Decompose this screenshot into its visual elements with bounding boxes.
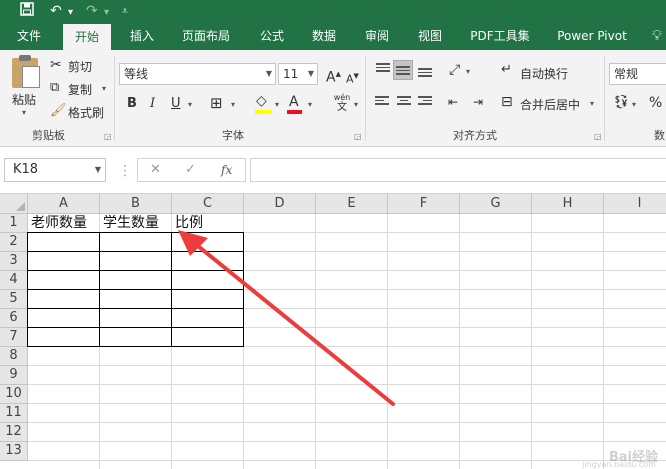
tab-file[interactable]: 文件 xyxy=(4,22,54,50)
tab-pdf-tools[interactable]: PDF工具集 xyxy=(464,22,536,50)
phonetic-dropdown-icon[interactable]: ▾ xyxy=(354,100,358,109)
font-color-swatch xyxy=(287,110,302,114)
copy-dropdown-icon[interactable]: ▾ xyxy=(102,84,106,93)
font-color-button[interactable]: A xyxy=(289,93,299,111)
insert-function-icon[interactable]: fx xyxy=(221,163,232,177)
orientation-dropdown-icon[interactable]: ▾ xyxy=(466,67,470,76)
name-box[interactable]: K18 ▼ xyxy=(4,158,106,182)
save-icon[interactable] xyxy=(20,2,34,21)
percent-button[interactable]: % xyxy=(649,94,662,112)
align-center-button[interactable] xyxy=(394,92,414,112)
tab-home[interactable]: 开始 xyxy=(63,24,111,50)
chevron-down-icon: ▼ xyxy=(94,165,101,174)
chevron-down-icon: ▼ xyxy=(265,69,272,78)
undo-icon[interactable]: ↶ xyxy=(50,2,62,20)
accounting-dropdown-icon[interactable]: ▾ xyxy=(632,100,636,109)
lightbulb-icon[interactable]: 💡︎ xyxy=(648,22,666,50)
phonetic-guide-button[interactable]: wén 文 xyxy=(333,93,351,113)
borders-icon[interactable]: ⊞ xyxy=(210,94,223,112)
format-painter-icon[interactable]: 🖌︎ xyxy=(50,102,67,120)
font-launcher-icon[interactable]: ◲ xyxy=(354,132,362,141)
ribbon: 粘贴 ▾ ✂ 剪切 ⧉ 复制 ▾ 🖌︎ 格式刷 剪贴板 ◲ 等线 ▼ 11 ▼ A▲… xyxy=(0,50,666,147)
wrap-text-icon[interactable]: ↵ xyxy=(501,61,512,79)
worksheet-grid[interactable]: ABCDEFGHI 1 2 3 4 5 6 7 8 9 10 11 12 13 老师数量 学生数量 比例… xyxy=(0,194,666,469)
redo-icon[interactable]: ↷ xyxy=(86,2,98,20)
borders-dropdown-icon[interactable]: ▾ xyxy=(231,100,235,109)
font-group-label: 字体 xyxy=(222,129,244,142)
undo-dropdown-icon[interactable]: ▾ xyxy=(68,4,73,22)
align-middle-button[interactable] xyxy=(393,60,413,80)
copy-button[interactable]: 复制 xyxy=(68,81,92,98)
font-family-select[interactable]: 等线 ▼ xyxy=(119,63,276,85)
clipboard-group-label: 剪贴板 xyxy=(32,129,65,142)
tab-page-layout[interactable]: 页面布局 xyxy=(176,22,236,50)
formula-bar-splitter[interactable]: ⋮ xyxy=(118,163,132,179)
chevron-down-icon: ▼ xyxy=(307,69,314,78)
merge-dropdown-icon[interactable]: ▾ xyxy=(590,99,594,108)
annotation-arrow xyxy=(178,230,395,406)
watermark-url: jingyan.baidu.com xyxy=(582,460,656,469)
italic-button[interactable]: I xyxy=(150,95,155,113)
number-format-select[interactable]: 常规 xyxy=(609,63,666,85)
title-bar: ↶ ▾ ↷ ▾ ⩡ xyxy=(0,0,666,22)
clipboard-launcher-icon[interactable]: ◲ xyxy=(104,132,112,141)
cut-button[interactable]: 剪切 xyxy=(68,58,92,75)
shrink-font-button[interactable]: A▼ xyxy=(346,67,359,89)
formula-input[interactable] xyxy=(250,158,666,182)
font-size-select[interactable]: 11 ▼ xyxy=(278,63,318,85)
wrap-text-button[interactable]: 自动换行 xyxy=(520,65,568,82)
tab-data[interactable]: 数据 xyxy=(302,22,346,50)
align-left-button[interactable] xyxy=(373,92,393,112)
tab-insert[interactable]: 插入 xyxy=(120,22,164,50)
alignment-launcher-icon[interactable]: ◲ xyxy=(594,132,602,141)
scissors-icon[interactable]: ✂ xyxy=(50,56,62,74)
increase-indent-icon[interactable]: ⇥ xyxy=(473,93,483,111)
tab-power-pivot[interactable]: Power Pivot xyxy=(550,22,634,50)
paste-dropdown-icon[interactable]: ▾ xyxy=(22,108,26,117)
merge-center-icon[interactable]: ⊟ xyxy=(501,93,513,111)
bold-button[interactable]: B xyxy=(127,95,137,113)
alignment-group-label: 对齐方式 xyxy=(453,129,497,142)
paste-label[interactable]: 粘贴 xyxy=(12,91,36,108)
format-painter-button[interactable]: 格式刷 xyxy=(68,104,104,121)
formula-bar: K18 ▼ ⋮ ✕ ✓ fx xyxy=(0,147,666,194)
tab-review[interactable]: 审阅 xyxy=(355,22,399,50)
merge-center-button[interactable]: 合并后居中 xyxy=(520,96,580,113)
orientation-icon[interactable]: ⤢ xyxy=(449,61,460,79)
tab-formulas[interactable]: 公式 xyxy=(250,22,294,50)
customize-icon[interactable]: ⩡ xyxy=(122,3,128,21)
enter-icon[interactable]: ✓ xyxy=(185,162,196,177)
grow-font-button[interactable]: A▲ xyxy=(326,65,341,87)
redo-dropdown-icon[interactable]: ▾ xyxy=(104,4,109,22)
fill-color-dropdown-icon[interactable]: ▾ xyxy=(275,100,279,109)
fill-color-icon[interactable]: ◇ xyxy=(256,92,267,110)
ribbon-tabs: 文件 开始 插入 页面布局 公式 数据 审阅 视图 PDF工具集 Power P… xyxy=(0,22,666,50)
cancel-icon[interactable]: ✕ xyxy=(150,162,161,177)
copy-icon[interactable]: ⧉ xyxy=(50,79,59,97)
number-group-label: 数 xyxy=(654,129,665,142)
align-bottom-button[interactable] xyxy=(415,60,435,80)
align-top-button[interactable] xyxy=(373,60,393,80)
underline-dropdown-icon[interactable]: ▾ xyxy=(188,100,192,109)
tab-view[interactable]: 视图 xyxy=(408,22,452,50)
fill-color-swatch xyxy=(255,110,271,114)
accounting-format-icon[interactable]: 💱︎ xyxy=(613,94,630,112)
font-color-dropdown-icon[interactable]: ▾ xyxy=(308,100,312,109)
underline-button[interactable]: U xyxy=(171,95,181,113)
decrease-indent-icon[interactable]: ⇤ xyxy=(448,93,458,111)
align-right-button[interactable] xyxy=(415,92,435,112)
